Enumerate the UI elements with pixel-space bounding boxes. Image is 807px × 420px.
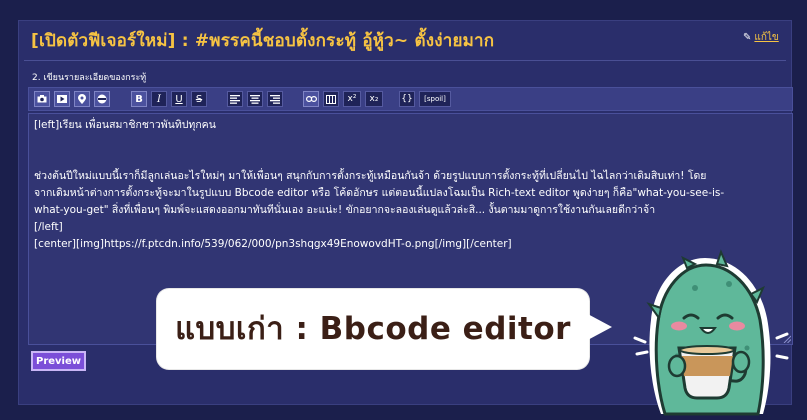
editor-blank-lines: [34, 134, 787, 168]
emoji-icon[interactable]: [94, 91, 110, 107]
divider: [24, 60, 786, 61]
editor-line: [left]เรียน เพื่อนสมาชิกชาวพันทิปทุกคน: [34, 119, 216, 131]
page-title: [เปิดตัวฟีเจอร์ใหม่] : #พรรคนี้ชอบตั้งกร…: [31, 31, 495, 51]
edit-label: แก้ไข: [754, 32, 779, 43]
image-icon[interactable]: [34, 91, 50, 107]
bbcode-toolbar: B I U S x² x₂ {} [spoil]: [28, 87, 793, 111]
speech-bubble-tail: [584, 312, 612, 342]
italic-button[interactable]: I: [151, 91, 167, 107]
map-pin-icon[interactable]: [74, 91, 90, 107]
align-left-icon[interactable]: [227, 91, 243, 107]
spoil-button[interactable]: [spoil]: [419, 91, 451, 107]
superscript-button[interactable]: x²: [343, 91, 361, 107]
editor-line: ช่วงต้นปีใหม่แบบนี้เราก็มีลูกเล่นอะไรใหม…: [34, 170, 707, 182]
code-button[interactable]: {}: [399, 91, 415, 107]
video-icon[interactable]: [54, 91, 70, 107]
strike-button[interactable]: S: [191, 91, 207, 107]
align-right-icon[interactable]: [267, 91, 283, 107]
cactus-mascot-icon: [633, 249, 789, 416]
preview-button[interactable]: Preview: [31, 351, 86, 371]
bold-button[interactable]: B: [131, 91, 147, 107]
table-icon[interactable]: [323, 91, 339, 107]
edit-link[interactable]: ✎ แก้ไข: [743, 30, 779, 45]
pencil-icon: ✎: [743, 32, 752, 43]
align-center-icon[interactable]: [247, 91, 263, 107]
section-label: 2. เขียนรายละเอียดของกระทู้: [32, 73, 147, 83]
callout-text: แบบเก่า : Bbcode editor: [175, 311, 571, 347]
underline-button[interactable]: U: [171, 91, 187, 107]
editor-line: what-you-get" สิ่งที่เพื่อนๆ พิมพ์จะแสดง…: [34, 204, 656, 216]
subscript-button[interactable]: x₂: [365, 91, 383, 107]
link-icon[interactable]: [303, 91, 319, 107]
editor-line: จากเดิมหน้าต่างการตั้งกระทู้จะมาในรูปแบบ…: [34, 187, 725, 199]
editor-line: [/left]: [34, 221, 63, 233]
